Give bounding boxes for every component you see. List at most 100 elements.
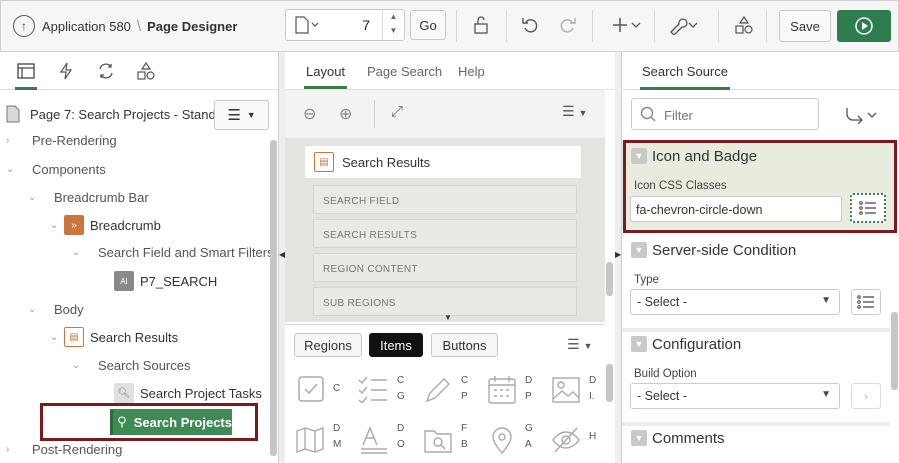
zoom-in-icon[interactable]: ⊕ [339, 104, 352, 124]
expand-icon[interactable]: ⤢ [391, 103, 403, 120]
rendering-tab-icon[interactable] [13, 60, 39, 90]
hidden-item-icon[interactable] [551, 425, 581, 458]
section-title-configuration[interactable]: Configuration [652, 336, 741, 353]
region-header-search-results[interactable]: ▤ Search Results [305, 146, 581, 178]
dynamic-actions-tab-icon[interactable] [53, 60, 79, 82]
gallery-tab-buttons[interactable]: Buttons [431, 333, 498, 357]
gallery-label: DO [397, 423, 405, 450]
caret-right-icon[interactable]: › [6, 135, 20, 146]
chevron-down-icon: ▼ [246, 110, 256, 120]
gallery-tab-regions[interactable]: Regions [294, 333, 362, 357]
file-browse-item-icon[interactable] [423, 425, 453, 458]
collapse-icon[interactable]: ▼ [631, 430, 647, 446]
page-number-input[interactable]: 7 ▲ ▼ [285, 9, 405, 41]
left-tree-scrollbar[interactable] [270, 140, 277, 456]
page-icon [6, 105, 20, 126]
canvas-scrollbar[interactable] [606, 262, 613, 296]
go-to-group-icon[interactable] [844, 106, 878, 127]
section-title-server-side[interactable]: Server-side Condition [652, 242, 796, 259]
tree-node-post-rendering[interactable]: › Post-Rendering [6, 442, 122, 457]
caret-down-icon[interactable]: ⌄ [72, 247, 86, 258]
app-up-icon[interactable]: ↑ [13, 15, 35, 37]
build-option-go-button[interactable]: › [851, 383, 881, 409]
caret-down-icon[interactable]: ⌄ [50, 220, 64, 231]
gallery-label: C [333, 383, 341, 394]
canvas-scroll-down-icon[interactable]: ▼ [444, 313, 452, 322]
gallery-tab-items[interactable]: Items [369, 333, 423, 357]
color-picker-item-icon[interactable] [423, 375, 453, 408]
tree-node-search-field-filters[interactable]: ⌄ Search Field and Smart Filters [72, 245, 274, 260]
slot-region-content[interactable]: REGION CONTENT [313, 253, 577, 282]
go-button[interactable]: Go [410, 10, 446, 40]
page-title: Page 7: Search Projects - Standard [30, 107, 216, 122]
tab-search-source[interactable]: Search Source [640, 64, 730, 90]
layout-toolbar-divider [374, 100, 375, 128]
slot-sub-regions[interactable]: SUB REGIONS [313, 287, 577, 316]
tab-page-search[interactable]: Page Search [367, 64, 442, 79]
collapse-icon[interactable]: ▼ [631, 336, 647, 352]
section-divider [622, 328, 890, 332]
chevron-down-icon: ▼ [821, 295, 831, 306]
gallery-label: DP [525, 375, 533, 402]
shared-components-icon[interactable] [733, 14, 755, 36]
checkbox-item-icon[interactable] [297, 375, 325, 406]
save-button[interactable]: Save [779, 10, 831, 42]
tab-help[interactable]: Help [458, 64, 485, 79]
tree-node-search-project-tasks[interactable]: 🔍︎ Search Project Tasks [114, 383, 262, 403]
tree-node-body[interactable]: ⌄ Body [28, 302, 84, 317]
page-number-spinner[interactable]: ▲ ▼ [382, 10, 404, 40]
unlock-icon[interactable] [470, 14, 492, 36]
build-option-select[interactable]: - Select - ▼ [630, 383, 840, 409]
slot-search-results[interactable]: SEARCH RESULTS [313, 219, 577, 248]
condition-type-select[interactable]: - Select - ▼ [630, 289, 840, 315]
toolbar-divider [456, 10, 457, 42]
highlight-annotation-box [40, 403, 258, 441]
display-map-item-icon[interactable] [295, 425, 325, 458]
tree-node-pre-rendering[interactable]: › Pre-Rendering [6, 133, 117, 148]
display-only-item-icon[interactable] [359, 425, 389, 458]
layout-menu-icon[interactable]: ☰ ▼ [562, 103, 587, 120]
slot-search-field[interactable]: SEARCH FIELD [313, 185, 577, 214]
tab-layout[interactable]: Layout [303, 64, 348, 89]
caret-right-icon[interactable]: › [6, 444, 20, 455]
caret-down-icon[interactable]: ⌄ [28, 304, 42, 315]
gallery-scrollbar[interactable] [606, 364, 613, 402]
gallery-menu-icon[interactable]: ☰ ▼ [567, 336, 592, 353]
gallery-label: FB [461, 423, 468, 450]
redo-icon[interactable] [556, 14, 578, 36]
rendering-tree-panel: Page 7: Search Projects - Standard ☰ ▼ › P… [0, 52, 279, 463]
utilities-wrench-icon[interactable] [666, 14, 702, 36]
display-image-item-icon[interactable] [551, 375, 581, 408]
processing-tab-icon[interactable] [93, 60, 119, 82]
checkbox-group-item-icon[interactable] [357, 375, 389, 406]
geocoded-address-item-icon[interactable] [487, 425, 517, 458]
app-name-link[interactable]: Application 580 [42, 19, 131, 34]
section-title-comments[interactable]: Comments [652, 430, 725, 447]
tree-node-search-results[interactable]: ⌄ ▤ Search Results [50, 327, 178, 347]
region-title: Search Results [342, 155, 431, 170]
tree-node-p7-search[interactable]: AI P7_SEARCH [114, 271, 217, 291]
property-filter-input[interactable]: Filter [631, 98, 819, 130]
property-scrollbar[interactable] [891, 312, 898, 390]
collapse-icon[interactable]: ▼ [631, 242, 647, 258]
breadcrumb-region-icon: » [64, 215, 84, 235]
caret-down-icon[interactable]: ⌄ [6, 164, 20, 175]
tree-node-search-sources[interactable]: ⌄ Search Sources [72, 358, 191, 373]
run-page-button[interactable] [837, 10, 891, 42]
date-picker-item-icon[interactable] [487, 375, 517, 408]
condition-list-button[interactable] [851, 289, 881, 315]
create-menu-icon[interactable] [610, 14, 644, 36]
caret-down-icon[interactable]: ⌄ [28, 192, 42, 203]
tree-node-components[interactable]: ⌄ Components [6, 162, 106, 177]
undo-icon[interactable] [520, 14, 542, 36]
tree-node-breadcrumb-bar[interactable]: ⌄ Breadcrumb Bar [28, 190, 149, 205]
zoom-out-icon[interactable]: ⊖ [303, 104, 316, 124]
property-editor-panel: Search Source Filter ▼ Icon and Badge Ic… [621, 52, 899, 463]
tree-node-breadcrumb[interactable]: ⌄ » Breadcrumb [50, 215, 161, 235]
gallery-label: GA [525, 423, 533, 450]
tree-menu-button[interactable]: ☰ ▼ [214, 100, 269, 130]
shared-components-tab-icon[interactable] [133, 60, 159, 82]
caret-down-icon[interactable]: ⌄ [50, 332, 64, 343]
caret-down-icon[interactable]: ⌄ [72, 360, 86, 371]
page-file-icon[interactable] [294, 16, 322, 37]
